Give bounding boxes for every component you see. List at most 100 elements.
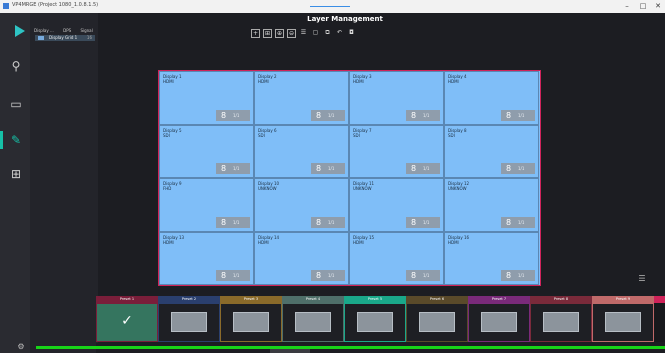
preset-8[interactable]: Preset 8: [530, 296, 592, 342]
display-number: 8: [221, 217, 227, 227]
display-number: 8: [506, 164, 512, 173]
scroll-handle[interactable]: [270, 349, 310, 353]
display-cell[interactable]: Display 14 HDMI 8 1/1: [254, 231, 349, 285]
display-ratio: 1/1: [518, 166, 525, 171]
preset-6[interactable]: Preset 6: [406, 296, 468, 342]
display-badge: 8 1/1: [311, 270, 345, 281]
display-cell[interactable]: Display 9 FHD 8 1/1: [159, 178, 254, 232]
edit-icon[interactable]: ✎: [8, 132, 24, 148]
display-cell[interactable]: Display 5 SDI 8 1/1: [159, 124, 254, 178]
gear-icon[interactable]: ⚙: [16, 342, 26, 352]
preset-thumbnail: [357, 312, 393, 332]
close-button[interactable]: ✕: [651, 1, 665, 12]
display-number: 8: [316, 271, 322, 280]
display-source: HDMI: [163, 79, 174, 84]
search-icon[interactable]: ⚲: [8, 58, 24, 74]
copy-icon[interactable]: ⧉: [323, 29, 332, 38]
tab-signal[interactable]: Signal: [80, 28, 92, 33]
display-ratio: 1/1: [518, 273, 525, 278]
display-ratio: 1/1: [233, 166, 240, 171]
add-layer-icon[interactable]: +: [251, 29, 260, 38]
display-source: HDMI: [258, 79, 269, 84]
display-grid-icon: [38, 36, 44, 40]
display-source: HDMI: [258, 239, 269, 245]
page-title: Layer Management: [307, 15, 383, 23]
play-icon[interactable]: [15, 25, 25, 37]
display-number: 8: [221, 110, 227, 120]
window-icon[interactable]: ▢: [311, 29, 320, 38]
tab-display[interactable]: Display ...: [34, 28, 54, 33]
left-rail: ⚲ ▭ ✎ ⊞: [0, 13, 30, 353]
display-badge: 8 1/1: [216, 109, 250, 121]
tree-item-display-grid[interactable]: Display Grid 1 16: [35, 35, 95, 41]
screen-icon[interactable]: ◘: [347, 29, 356, 38]
display-badge: 8 1/1: [501, 216, 535, 228]
display-cell[interactable]: Display 3 HDMI 8 1/1: [349, 71, 444, 125]
maximize-button[interactable]: □: [636, 1, 650, 12]
display-number: 8: [411, 110, 417, 120]
display-cell[interactable]: Display 16 HDMI 8 1/1: [444, 231, 539, 285]
display-badge: 8 1/1: [501, 270, 535, 281]
display-cell[interactable]: Display 2 HDMI 8 1/1: [254, 71, 349, 125]
menu-icon[interactable]: ☰: [299, 29, 308, 38]
display-badge: 8 1/1: [406, 270, 440, 281]
display-source: SDI: [163, 132, 170, 138]
monitor-icon[interactable]: ▭: [8, 96, 24, 112]
display-source: HDMI: [448, 239, 459, 245]
zoom-out-icon[interactable]: ⊖: [287, 29, 296, 38]
display-number: 8: [316, 217, 322, 227]
display-badge: 8 1/1: [216, 216, 250, 228]
display-source: HDMI: [163, 239, 174, 245]
display-cell[interactable]: Display 12 UNKNOW 8 1/1: [444, 178, 539, 232]
display-number: 8: [411, 271, 417, 280]
display-badge: 8 1/1: [406, 163, 440, 174]
display-badge: 8 1/1: [311, 216, 345, 228]
preset-2[interactable]: Preset 2: [158, 296, 220, 342]
preset-9[interactable]: Preset 9: [592, 296, 654, 342]
minimize-button[interactable]: –: [620, 1, 634, 12]
display-number: 8: [506, 217, 512, 227]
preset-label: Preset 5: [344, 296, 406, 303]
display-number: 8: [506, 110, 512, 120]
display-number: 8: [411, 217, 417, 227]
display-ratio: 1/1: [328, 219, 335, 225]
display-source: HDMI: [353, 79, 364, 84]
preset-label: Preset 7: [468, 296, 530, 303]
tree-item-label: Display Grid 1: [49, 35, 78, 40]
display-ratio: 1/1: [423, 219, 430, 225]
preset-thumbnail: [481, 312, 517, 332]
status-progress-bar: [36, 346, 665, 349]
layout-icon[interactable]: ⊞: [263, 29, 272, 38]
undo-icon[interactable]: ↶: [335, 29, 344, 38]
display-cell[interactable]: Display 11 UNKNOW 8 1/1: [349, 178, 444, 232]
check-icon: ✓: [121, 313, 133, 329]
zoom-in-icon[interactable]: ⊕: [275, 29, 284, 38]
display-canvas[interactable]: Display 1 HDMI 8 1/1 Display 2 HDMI 8 1/1 Displa…: [158, 70, 541, 286]
window-title: VP4MRGE (Project 1080_1.0.8.1.5): [12, 2, 99, 8]
tab-dps[interactable]: DPS: [63, 28, 71, 33]
preset-label: Preset 2: [158, 296, 220, 303]
display-cell[interactable]: Display 6 SDI 8 1/1: [254, 124, 349, 178]
display-ratio: 1/1: [423, 112, 430, 118]
preset-4[interactable]: Preset 4: [282, 296, 344, 342]
display-cell[interactable]: Display 8 SDI 8 1/1: [444, 124, 539, 178]
grid-icon[interactable]: ⊞: [8, 166, 24, 182]
display-cell[interactable]: Display 13 HDMI 8 1/1: [159, 231, 254, 285]
sliders-icon[interactable]: ☰: [636, 274, 648, 284]
display-cell[interactable]: Display 1 HDMI 8 1/1: [159, 71, 254, 125]
window-titlebar: VP4MRGE (Project 1080_1.0.8.1.5) – □ ✕: [0, 0, 665, 13]
display-source: UNKNOW: [353, 186, 372, 191]
display-ratio: 1/1: [233, 112, 240, 118]
preset-3[interactable]: Preset 3: [220, 296, 282, 342]
preset-1[interactable]: Preset 1 ✓: [96, 296, 158, 342]
display-cell[interactable]: Display 7 SDI 8 1/1: [349, 124, 444, 178]
display-cell[interactable]: Display 15 HDMI 8 1/1: [349, 231, 444, 285]
preset-5[interactable]: Preset 5: [344, 296, 406, 342]
display-ratio: 1/1: [518, 112, 525, 118]
preset-7[interactable]: Preset 7: [468, 296, 530, 342]
display-ratio: 1/1: [328, 112, 335, 118]
display-source: UNKNOW: [258, 186, 277, 191]
display-cell[interactable]: Display 4 HDMI 8 1/1: [444, 71, 539, 125]
display-badge: 8 1/1: [216, 270, 250, 281]
display-cell[interactable]: Display 10 UNKNOW 8 1/1: [254, 178, 349, 232]
